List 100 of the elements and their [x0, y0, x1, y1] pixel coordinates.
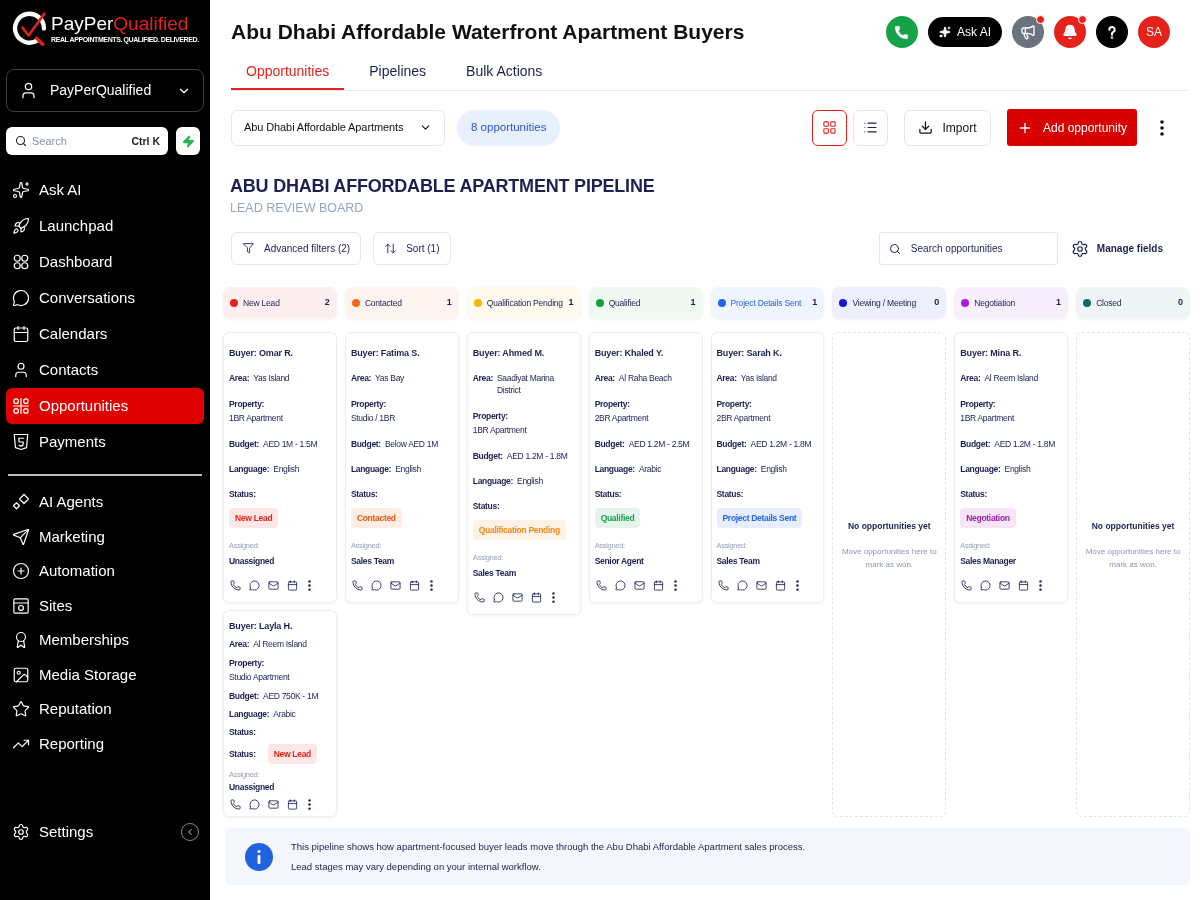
more-icon[interactable]	[308, 580, 311, 591]
field-label: Status:	[229, 488, 257, 500]
calendar-icon[interactable]	[287, 799, 298, 810]
settings-icon	[1070, 239, 1089, 258]
nav-item[interactable]: Contacts	[6, 352, 204, 388]
browser-window-icon	[12, 596, 30, 615]
nav-item[interactable]: Automation	[6, 554, 204, 589]
phone-icon[interactable]	[961, 580, 973, 591]
chat-bubble-icon[interactable]	[614, 580, 626, 591]
mail-icon[interactable]	[999, 580, 1011, 591]
chat-bubble-icon[interactable]	[249, 580, 260, 591]
field-label: Status:	[350, 488, 379, 500]
mail-icon[interactable]	[633, 580, 645, 591]
notifications-button[interactable]	[1054, 16, 1086, 48]
nav-item[interactable]: Sites	[6, 588, 204, 623]
chat-bubble-icon[interactable]	[736, 580, 748, 591]
status-badge: New Lead	[267, 744, 317, 764]
nav-item[interactable]: Launchpad	[6, 208, 204, 244]
manage-fields-button[interactable]: Manage fields	[1070, 239, 1163, 258]
field-label: Language:	[472, 475, 514, 487]
chat-bubble-icon[interactable]	[980, 580, 992, 591]
status-badge: Qualification Pending	[472, 520, 566, 540]
filter-button[interactable]: Advanced filters (2)	[231, 232, 362, 265]
more-icon[interactable]	[308, 799, 311, 810]
empty-title: No opportunities yet	[1091, 520, 1175, 533]
nav-item[interactable]: Opportunities	[6, 388, 204, 424]
field-value: AED 1M - 1.5M	[263, 438, 318, 450]
phone-icon[interactable]	[230, 799, 241, 810]
calendar-icon[interactable]	[530, 592, 542, 603]
field-value: Arabic	[273, 708, 296, 720]
import-button[interactable]: Import	[904, 109, 991, 146]
phone-icon[interactable]	[473, 592, 485, 603]
calendar-icon[interactable]	[652, 580, 664, 591]
chat-bubble-icon[interactable]	[249, 799, 260, 810]
calendar-icon[interactable]	[287, 580, 298, 591]
calendar-icon[interactable]	[1018, 580, 1030, 591]
more-icon[interactable]	[429, 580, 433, 591]
tab[interactable]: Opportunities	[231, 54, 345, 90]
nav-item[interactable]: Ask AI	[6, 172, 204, 208]
nav-item[interactable]: Settings	[6, 814, 173, 850]
nav-item[interactable]: Calendars	[6, 316, 204, 352]
chat-bubble-icon[interactable]	[492, 592, 504, 603]
field-value: Below AED 1M	[384, 438, 438, 450]
more-icon[interactable]	[795, 580, 799, 591]
search-field[interactable]: Search opportunities	[878, 232, 1058, 265]
plus-circle-icon	[12, 562, 30, 581]
dots-cross-icon	[12, 397, 30, 415]
column-count: 0	[934, 296, 940, 310]
nav-item[interactable]: Media Storage	[6, 657, 204, 692]
nav-item[interactable]: Memberships	[6, 623, 204, 658]
pipeline-dropdown[interactable]: Abu Dhabi Affordable Apartments	[231, 109, 445, 146]
phone-icon[interactable]	[230, 580, 241, 591]
assignee-name: Senior Agent	[594, 555, 645, 567]
add-opportunity-button[interactable]: Add opportunity	[1007, 109, 1137, 146]
phone-icon[interactable]	[351, 580, 363, 591]
nav-item[interactable]: AI Agents	[6, 485, 204, 520]
person-icon	[12, 361, 30, 379]
calendar-icon[interactable]	[408, 580, 420, 591]
more-icon[interactable]	[1039, 580, 1043, 591]
calendar-icon[interactable]	[774, 580, 786, 591]
lightning-icon	[181, 134, 195, 148]
assignee-name: Sales Team	[716, 555, 761, 567]
tab[interactable]: Pipelines	[354, 54, 442, 90]
column-count: 1	[812, 296, 818, 310]
phone-icon[interactable]	[717, 580, 729, 591]
more-icon[interactable]	[551, 592, 555, 603]
nav-item[interactable]: Conversations	[6, 280, 204, 316]
announcements-button[interactable]	[1012, 16, 1044, 48]
mail-icon[interactable]	[389, 580, 401, 591]
sort-button[interactable]: Sort (1)	[373, 232, 451, 265]
nav-item[interactable]: Dashboard	[6, 244, 204, 280]
nav-item[interactable]: Reporting	[6, 726, 204, 761]
account-switcher[interactable]: PayPerQualified	[6, 69, 204, 112]
grid-view-button[interactable]	[812, 109, 847, 146]
mail-icon[interactable]	[511, 592, 523, 603]
buyer-name: Buyer: Khaled Y.	[594, 347, 665, 359]
more-icon[interactable]	[673, 580, 677, 591]
mail-icon[interactable]	[268, 799, 279, 810]
profile-avatar[interactable]: SA	[1138, 16, 1170, 48]
nav-item[interactable]: Reputation	[6, 692, 204, 727]
field-label: Status:	[960, 488, 988, 500]
help-button[interactable]	[1096, 16, 1128, 48]
opportunity-count: 8 opportunities	[457, 109, 561, 146]
quick-action-button[interactable]	[176, 127, 200, 155]
buyer-name: Buyer: Sarah K.	[716, 347, 783, 359]
buyer-name: Buyer: Ahmed M.	[472, 347, 546, 359]
nav-item[interactable]: Payments	[6, 424, 204, 460]
phone-icon[interactable]	[595, 580, 607, 591]
assignee-name: Sales Team	[350, 555, 396, 567]
mail-icon[interactable]	[755, 580, 767, 591]
calendar-icon	[12, 325, 30, 343]
nav-item[interactable]: Marketing	[6, 519, 204, 554]
ask-ai-button[interactable]: Ask AI	[928, 17, 1002, 47]
list-view-button[interactable]	[853, 109, 888, 146]
status-badge: Project Details Sent	[716, 508, 803, 528]
chat-bubble-icon[interactable]	[370, 580, 382, 591]
tab[interactable]: Bulk Actions	[451, 54, 558, 90]
mail-icon[interactable]	[268, 580, 279, 591]
call-button[interactable]	[886, 16, 918, 48]
column-title: Negotiation	[974, 296, 1017, 310]
